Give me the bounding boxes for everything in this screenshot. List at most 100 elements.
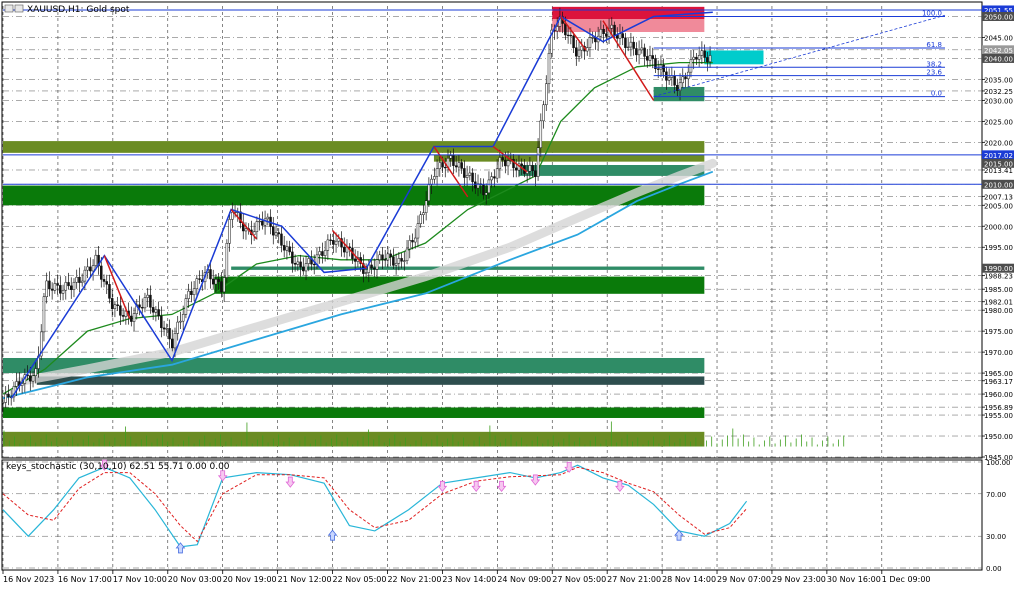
candle-body	[7, 393, 10, 398]
candle-body	[695, 56, 698, 60]
candle-body	[602, 29, 605, 34]
trading-chart[interactable]: 100.0 61.8 38.223.6 0.0 2050.00 2045.00 2042.…	[0, 0, 1024, 589]
candle-body	[703, 50, 706, 58]
price-zone	[433, 154, 705, 162]
candle-body	[536, 147, 540, 177]
candle-body	[575, 47, 578, 57]
candle-body	[353, 258, 357, 262]
candle-body	[378, 254, 381, 261]
candle-body	[689, 59, 693, 73]
candle-body	[364, 272, 368, 274]
candle-body	[394, 262, 398, 266]
candle-body	[272, 226, 275, 236]
candle-body	[591, 37, 594, 39]
candle-body	[165, 328, 169, 330]
candle-body	[577, 49, 581, 57]
price-zone	[3, 141, 705, 153]
price-zone	[704, 50, 764, 65]
candle-body	[419, 214, 422, 224]
candle-body	[566, 34, 570, 37]
candle-body	[381, 254, 384, 260]
candle-body	[605, 33, 608, 37]
candle-body	[624, 37, 627, 48]
candle-body	[187, 290, 190, 299]
chart-window-icon[interactable]	[14, 4, 24, 13]
candle-body	[430, 178, 433, 185]
candle-body	[217, 279, 220, 282]
candle-body	[222, 277, 226, 293]
indicator-title: keys_stochastic (30,10,10) 62.51 55.71 0…	[6, 462, 230, 472]
candle-body	[168, 328, 171, 340]
price-tick-label: 1982.01	[984, 299, 1013, 307]
time-tick-label: 30 Nov 16:00	[827, 575, 881, 584]
candle-body	[528, 165, 532, 172]
candle-body	[487, 179, 491, 194]
candle-body	[45, 280, 48, 297]
price-tick-label: 1975.00	[984, 328, 1013, 336]
candle-body	[403, 260, 406, 262]
candle-body	[706, 57, 709, 63]
price-tick-label: 1970.00	[984, 349, 1013, 357]
candle-body	[326, 239, 330, 251]
candle-body	[708, 55, 712, 63]
candle-body	[495, 168, 499, 179]
candle-body	[416, 223, 420, 239]
candle-body	[132, 313, 136, 322]
candle-body	[616, 35, 619, 39]
time-tick-label: 23 Nov 14:00	[442, 575, 496, 584]
candle-body	[471, 172, 474, 183]
time-tick-label: 20 Nov 19:00	[223, 575, 277, 584]
time-tick-label: 28 Nov 14:00	[662, 575, 716, 584]
candle-body	[181, 314, 185, 322]
candle-body	[531, 165, 534, 171]
candle-body	[651, 55, 654, 59]
candle-body	[564, 23, 567, 36]
candle-body	[460, 162, 463, 169]
candle-body	[438, 162, 442, 170]
candle-body	[61, 289, 65, 294]
time-tick-label: 27 Nov 21:00	[607, 575, 661, 584]
candle-body	[332, 239, 335, 245]
candle-body	[389, 253, 392, 258]
price-tick-label: 2032.25	[984, 88, 1013, 96]
candle-body	[146, 294, 149, 298]
candle-body	[293, 263, 297, 265]
candle-body	[195, 278, 199, 290]
candle-body	[482, 184, 485, 196]
candle-body	[59, 285, 62, 294]
candle-body	[113, 304, 117, 309]
candle-body	[632, 41, 635, 49]
price-tick-label: 1950.00	[984, 433, 1013, 441]
candle-body	[157, 309, 160, 317]
candle-body	[176, 321, 179, 334]
candle-body	[501, 157, 504, 161]
candle-body	[4, 393, 7, 403]
candle-body	[15, 381, 18, 387]
price-tag-label: 2015.00	[984, 160, 1013, 168]
candle-body	[105, 281, 108, 285]
price-tick-label: 1985.00	[984, 286, 1013, 294]
candle-body	[697, 55, 701, 60]
price-tick-label: 1956.89	[984, 404, 1013, 412]
candle-body	[280, 233, 283, 246]
candle-body	[613, 24, 616, 36]
candle-body	[621, 33, 624, 39]
chart-window-icon[interactable]	[4, 4, 14, 13]
price-tick-label: 2035.00	[984, 76, 1013, 84]
candle-body	[572, 35, 575, 48]
candle-body	[91, 265, 95, 272]
candle-body	[585, 47, 589, 52]
candle-body	[143, 297, 147, 309]
candle-body	[154, 309, 158, 313]
candle-body	[211, 278, 215, 285]
candle-body	[318, 251, 321, 256]
candle-body	[662, 64, 665, 73]
candle-body	[160, 315, 163, 329]
candle-body	[80, 280, 84, 283]
price-tick-label: 2030.00	[984, 97, 1013, 105]
candle-body	[190, 290, 193, 295]
time-tick-label: 22 Nov 21:00	[387, 575, 441, 584]
candle-body	[94, 254, 98, 266]
candle-body	[555, 26, 559, 32]
candle-body	[75, 276, 78, 283]
